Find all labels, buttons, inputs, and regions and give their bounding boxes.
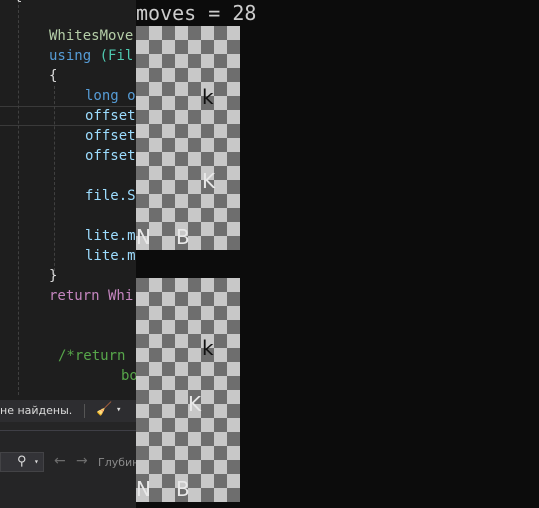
toolbar-divider xyxy=(84,404,85,418)
code-line[interactable]: return Whi xyxy=(49,286,133,306)
chess-piece-white-king: K xyxy=(202,169,216,193)
comment-line[interactable]: /*return xyxy=(58,346,125,366)
nav-forward-button[interactable]: → xyxy=(76,453,88,469)
code-line[interactable]: { xyxy=(14,0,22,6)
error-list-toolbar: не найдены. 🧹 ▾ xyxy=(0,400,136,422)
chevron-down-icon[interactable]: ▾ xyxy=(34,457,39,466)
moves-counter: moves = 28 xyxy=(136,1,257,25)
chevron-down-icon[interactable]: ▾ xyxy=(116,405,121,415)
status-message: не найдены. xyxy=(0,404,73,417)
chess-piece-white-bishop: B xyxy=(176,477,190,501)
comment-line[interactable]: bo xyxy=(121,366,136,386)
chess-piece-white-knight: N xyxy=(136,477,151,501)
chess-piece-white-knight: N xyxy=(136,225,151,249)
code-line[interactable]: offset xyxy=(85,126,136,146)
console-window: moves = 28 k K N B k K N B xyxy=(136,0,539,508)
panel-divider xyxy=(0,430,136,431)
code-line[interactable]: lite.m xyxy=(85,226,136,246)
chess-board[interactable]: k K N B xyxy=(136,26,240,250)
keyword-token: using xyxy=(49,48,92,64)
search-icon: ⚲ xyxy=(17,454,27,469)
chess-board[interactable]: k K N B xyxy=(136,278,240,502)
indent-guide xyxy=(54,86,55,276)
code-line[interactable]: offset xyxy=(85,146,136,166)
chess-piece-white-king: K xyxy=(188,392,202,416)
chess-piece-black-king: k xyxy=(202,336,214,360)
code-line[interactable]: WhitesMove xyxy=(49,26,133,46)
nav-back-button[interactable]: ← xyxy=(54,453,66,469)
indent-guide xyxy=(18,0,19,395)
code-editor-pane[interactable]: { WhitesMove using (Fil { long o offset … xyxy=(0,0,136,508)
search-input[interactable]: ⚲ ▾ xyxy=(0,452,44,472)
depth-label: Глубин xyxy=(98,456,136,469)
code-line[interactable]: long o xyxy=(85,86,136,106)
chess-piece-white-bishop: B xyxy=(176,225,190,249)
bottom-panel: ⚲ ▾ ← → Глубин xyxy=(0,422,136,508)
type-token: (Fil xyxy=(91,48,134,64)
code-line[interactable]: using (Fil xyxy=(49,46,133,66)
broom-icon[interactable]: 🧹 xyxy=(96,402,112,417)
code-line[interactable]: } xyxy=(49,266,57,286)
code-line[interactable]: lite.m xyxy=(85,246,136,266)
code-line[interactable]: { xyxy=(49,66,57,86)
chess-piece-black-king: k xyxy=(202,85,214,109)
code-line[interactable]: offset xyxy=(85,106,136,126)
code-line[interactable]: file.S xyxy=(85,186,136,206)
